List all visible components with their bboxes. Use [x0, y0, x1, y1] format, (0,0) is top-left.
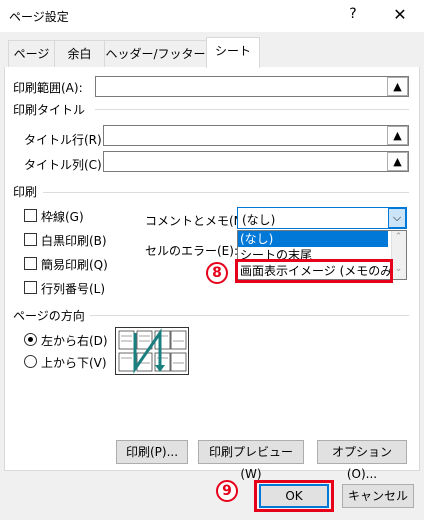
highlight-box [235, 259, 393, 283]
group-divider [95, 109, 409, 110]
over-then-down-radio[interactable] [24, 355, 37, 368]
scroll-down-icon[interactable]: ⌄ [392, 264, 405, 274]
comments-value: (なし) [242, 213, 276, 227]
title-cols-label: タイトル列(C): [24, 158, 106, 172]
black-white-label: 白黒印刷(B) [41, 234, 107, 248]
collapse-dialog-icon[interactable]: ▲ [387, 77, 408, 96]
tab-margins[interactable]: 余白 [54, 40, 105, 68]
print-area-field[interactable] [95, 76, 409, 97]
ok-button[interactable]: OK [259, 484, 329, 508]
row-col-headings-label: 行列番号(L) [41, 282, 106, 296]
gridlines-checkbox[interactable] [24, 209, 37, 222]
print-button[interactable]: 印刷(P)... [116, 440, 188, 464]
window-title: ページ設定 [9, 10, 69, 24]
group-divider [90, 315, 409, 316]
print-preview-button[interactable]: 印刷プレビュー(W) [198, 440, 304, 481]
help-button[interactable]: ? [343, 6, 363, 26]
print-group-label: 印刷 [13, 185, 38, 199]
print-titles-label: 印刷タイトル [13, 103, 86, 117]
row-col-headings-checkbox[interactable] [24, 281, 37, 294]
scroll-up-icon[interactable]: ⌃ [392, 232, 405, 242]
gridlines-label: 枠線(G) [41, 210, 84, 224]
collapse-dialog-icon[interactable]: ▲ [387, 152, 408, 171]
draft-checkbox[interactable] [24, 257, 37, 270]
over-then-down-label: 上から下(V) [41, 356, 107, 370]
comments-combo[interactable]: (なし) [237, 207, 407, 229]
group-divider [43, 192, 409, 193]
step-9-marker: 9 [216, 480, 238, 502]
cancel-button[interactable]: キャンセル [342, 484, 414, 508]
collapse-dialog-icon[interactable]: ▲ [387, 126, 408, 145]
dropdown-option[interactable]: (なし) [238, 231, 388, 247]
options-button[interactable]: オプション(O)... [317, 440, 407, 481]
close-button[interactable]: ✕ [389, 5, 411, 27]
errors-label: セルのエラー(E): [145, 244, 238, 258]
tab-page[interactable]: ページ [8, 40, 55, 68]
step-8-marker: 8 [206, 262, 228, 284]
down-then-over-label: 左から右(D) [41, 334, 108, 348]
page-order-preview [115, 327, 189, 375]
draft-label: 簡易印刷(Q) [41, 258, 108, 272]
down-then-over-radio[interactable] [24, 333, 37, 346]
page-order-label: ページの方向 [13, 309, 85, 323]
title-rows-label: タイトル行(R): [24, 133, 106, 147]
title-rows-field[interactable] [103, 125, 409, 146]
chevron-down-icon[interactable]: ⌵ [388, 208, 406, 228]
tab-sheet[interactable]: シート [206, 37, 260, 68]
title-cols-field[interactable] [103, 151, 409, 172]
print-area-label: 印刷範囲(A): [13, 81, 83, 95]
tab-header-footer[interactable]: ヘッダー/フッター [104, 40, 207, 68]
black-white-checkbox[interactable] [24, 233, 37, 246]
